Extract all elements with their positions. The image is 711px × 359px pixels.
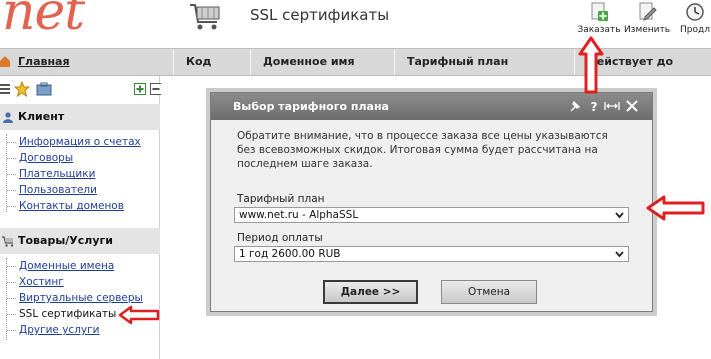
edit-button-label: Изменить bbox=[623, 25, 671, 35]
annotation-arrow-left bbox=[646, 195, 705, 221]
renew-button-label: Продл bbox=[680, 25, 710, 35]
nav-home-link[interactable]: Главная bbox=[0, 49, 172, 75]
sidebar-item-domain-contacts[interactable]: Контакты доменов bbox=[7, 198, 141, 214]
star-icon[interactable] bbox=[14, 81, 30, 97]
sidebar-item-domain-names[interactable]: Доменные имена bbox=[7, 258, 143, 274]
tariff-select[interactable]: www.net.ru - AlphaSSL bbox=[234, 207, 629, 223]
order-button-label: Заказать bbox=[577, 25, 621, 35]
sidebar-item-hosting[interactable]: Хостинг bbox=[7, 274, 143, 290]
tariff-dialog: Выбор тарифного плана ? Обратите внимани… bbox=[210, 92, 653, 312]
sidebar-item-payers[interactable]: Плательщики bbox=[7, 166, 141, 182]
dialog-title: Выбор тарифного плана bbox=[233, 100, 389, 113]
header: net SSL сертификаты Заказать Изменить Пр… bbox=[0, 0, 711, 48]
tariff-select-value: www.net.ru - AlphaSSL bbox=[239, 209, 359, 221]
page-title: SSL сертификаты bbox=[250, 6, 390, 24]
sidebar-group-services[interactable]: Товары/Услуги bbox=[0, 228, 160, 254]
pin-icon[interactable] bbox=[568, 99, 582, 113]
list-icon[interactable] bbox=[0, 83, 10, 95]
briefcase-icon[interactable] bbox=[36, 81, 52, 97]
column-header-tariff[interactable]: Тарифный план bbox=[394, 49, 574, 75]
chevron-down-icon bbox=[615, 212, 624, 219]
sidebar-group-title: Товары/Услуги bbox=[18, 234, 113, 247]
sidebar-item-users[interactable]: Пользователи bbox=[7, 182, 141, 198]
price-notice: Обратите внимание, что в процессе заказа… bbox=[237, 130, 608, 170]
sidebar-item-virtual-servers[interactable]: Виртуальные серверы bbox=[7, 290, 143, 306]
close-icon[interactable] bbox=[625, 99, 639, 113]
column-header-domain[interactable]: Доменное имя bbox=[250, 49, 394, 75]
annotation-arrow-left-small bbox=[118, 305, 160, 325]
svg-text:?: ? bbox=[591, 100, 598, 113]
help-icon[interactable]: ? bbox=[587, 99, 601, 113]
period-select[interactable]: 1 год 2600.00 RUB bbox=[234, 246, 629, 262]
order-button[interactable]: Заказать bbox=[574, 2, 624, 35]
sidebar-client-links: Информация о счетах Договоры Плательщики… bbox=[6, 134, 141, 212]
sidebar-group-client[interactable]: Клиент bbox=[0, 104, 160, 130]
expand-all-icon[interactable] bbox=[134, 83, 146, 95]
add-document-icon bbox=[591, 2, 608, 21]
shopping-cart-icon bbox=[190, 4, 220, 30]
renew-button[interactable]: Продл bbox=[670, 2, 711, 35]
user-icon bbox=[3, 112, 13, 123]
sidebar-item-invoices[interactable]: Информация о счетах bbox=[7, 134, 141, 150]
sidebar-toolbar bbox=[0, 80, 162, 98]
next-button[interactable]: Далее >> bbox=[323, 280, 418, 304]
column-header-code[interactable]: Код bbox=[173, 49, 250, 75]
dialog-title-bar[interactable]: Выбор тарифного плана ? bbox=[211, 93, 652, 120]
sidebar-services-links: Доменные имена Хостинг Виртуальные серве… bbox=[6, 258, 143, 340]
cancel-button[interactable]: Отмена bbox=[441, 280, 537, 304]
sidebar-group-title: Клиент bbox=[18, 110, 65, 123]
chevron-down-icon bbox=[615, 251, 624, 258]
edit-button[interactable]: Изменить bbox=[622, 2, 672, 35]
clock-icon bbox=[686, 3, 704, 21]
maximize-icon[interactable] bbox=[603, 99, 621, 113]
logo: net bbox=[2, 0, 85, 42]
period-select-value: 1 год 2600.00 RUB bbox=[239, 248, 341, 260]
period-label: Период оплаты bbox=[237, 232, 323, 244]
annotation-arrow-up bbox=[578, 36, 604, 94]
edit-document-icon bbox=[639, 2, 657, 21]
tariff-label: Тарифный план bbox=[237, 193, 325, 205]
grid-header: Главная Код Доменное имя Тарифный план Д… bbox=[0, 48, 711, 76]
cart-icon bbox=[2, 236, 14, 247]
sidebar-item-contracts[interactable]: Договоры bbox=[7, 150, 141, 166]
